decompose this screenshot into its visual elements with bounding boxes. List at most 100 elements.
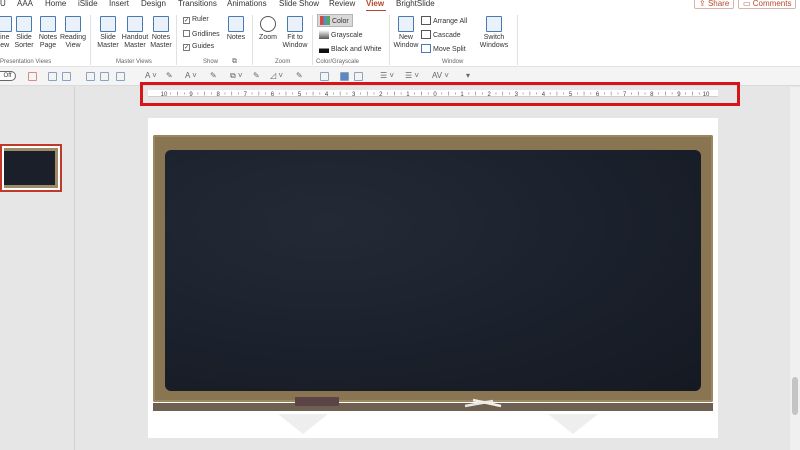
tab-review[interactable]: Review bbox=[329, 0, 355, 8]
tab-islide[interactable]: iSlide bbox=[78, 0, 98, 8]
tab-file[interactable]: U bbox=[0, 0, 6, 8]
tab-insert[interactable]: Insert bbox=[109, 0, 129, 8]
shapes-icon[interactable] bbox=[62, 72, 71, 81]
chalk-sticks-image bbox=[464, 398, 502, 408]
tab-design[interactable]: Design bbox=[141, 0, 166, 8]
cascade-icon bbox=[421, 30, 431, 39]
slide-sorter-button[interactable]: Slide Sorter bbox=[12, 16, 36, 50]
group-label-color-grayscale: Color/Grayscale bbox=[316, 59, 360, 65]
group-icon[interactable] bbox=[340, 72, 349, 81]
group-separator bbox=[176, 15, 177, 65]
tab-transitions[interactable]: Transitions bbox=[178, 0, 217, 8]
align-icon[interactable] bbox=[320, 72, 329, 81]
ruler-checkbox[interactable]: ✓ Ruler bbox=[183, 16, 209, 24]
eraser-icon[interactable] bbox=[28, 72, 37, 81]
black-white-icon bbox=[319, 44, 329, 53]
move-split-icon bbox=[421, 44, 431, 53]
slide-thumbnail[interactable] bbox=[0, 144, 62, 192]
handout-master-button[interactable]: Handout Master bbox=[120, 16, 150, 50]
notes-master-icon bbox=[153, 16, 169, 32]
autosave-toggle[interactable]: Off bbox=[0, 71, 16, 81]
notes-page-icon bbox=[40, 16, 56, 32]
highlight-text-icon[interactable]: A ˅ bbox=[185, 71, 197, 80]
grayscale-icon bbox=[319, 30, 329, 39]
ribbon-view: line lew Slide Sorter Notes Page Reading… bbox=[0, 11, 800, 67]
reading-view-button[interactable]: Reading View bbox=[59, 16, 87, 50]
font-color-icon[interactable]: A ˅ bbox=[145, 71, 157, 80]
chalkboard-frame bbox=[153, 135, 713, 402]
gridlines-checkbox[interactable]: Gridlines bbox=[183, 30, 220, 38]
black-and-white-button[interactable]: Black and White bbox=[319, 44, 382, 53]
comment-icon: ▭ bbox=[743, 0, 753, 8]
chalk-tray bbox=[153, 403, 713, 411]
tab-brightslide[interactable]: BrightSlide bbox=[396, 0, 435, 8]
slide-master-icon bbox=[100, 16, 116, 32]
move-split-button[interactable]: Move Split bbox=[421, 44, 466, 53]
group-label-presentation-views: Presentation Views bbox=[0, 59, 52, 65]
vertical-scrollbar[interactable] bbox=[790, 87, 800, 450]
switch-windows-button[interactable]: Switch Windows bbox=[476, 16, 512, 50]
tab-view[interactable]: View bbox=[366, 0, 384, 8]
bullets-icon[interactable]: ☰ ˅ bbox=[380, 71, 394, 80]
magnifier-icon bbox=[260, 16, 276, 32]
outline-icon[interactable]: ◿ ˅ bbox=[270, 71, 283, 80]
group-label-show: Show bbox=[203, 59, 219, 65]
text-box-icon[interactable] bbox=[48, 72, 57, 81]
notes-master-button[interactable]: Notes Master bbox=[149, 16, 173, 50]
switch-windows-icon bbox=[486, 16, 502, 32]
tab-animations[interactable]: Animations bbox=[227, 0, 267, 8]
comments-button[interactable]: ▭ Comments bbox=[738, 0, 797, 9]
zoom-button[interactable]: Zoom bbox=[257, 16, 279, 42]
tab-slide-show[interactable]: Slide Show bbox=[279, 0, 319, 8]
fit-to-window-button[interactable]: Fit to Window bbox=[281, 16, 309, 50]
checkmark-icon: ✓ bbox=[183, 44, 190, 51]
slide-thumbnail-pane bbox=[0, 87, 75, 450]
brush-icon[interactable]: ✎ bbox=[210, 71, 217, 80]
group-separator bbox=[252, 15, 253, 65]
reading-view-icon bbox=[65, 16, 81, 32]
format-painter-icon[interactable]: ⧉ ˅ bbox=[230, 71, 243, 81]
chalk-eraser-image bbox=[295, 397, 339, 406]
guides-checkbox[interactable]: ✓ Guides bbox=[183, 43, 214, 51]
dialog-launcher-icon[interactable]: ⧉ bbox=[232, 58, 237, 66]
customize-toolbar-icon[interactable]: ▾ bbox=[466, 71, 470, 80]
group-separator bbox=[312, 15, 313, 65]
group-label-master-views: Master Views bbox=[116, 59, 152, 65]
pencil-icon[interactable]: ✎ bbox=[253, 71, 260, 80]
slide-master-button[interactable]: Slide Master bbox=[94, 16, 122, 50]
group-separator bbox=[90, 15, 91, 65]
line-spacing-icon[interactable]: ☰ ˅ bbox=[405, 71, 419, 80]
normal-view-icon bbox=[0, 16, 12, 32]
chalkboard-surface bbox=[165, 150, 701, 391]
group-label-window: Window bbox=[442, 59, 464, 65]
color-button[interactable]: Color bbox=[317, 14, 353, 27]
picture-icon[interactable] bbox=[100, 72, 109, 81]
group-label-zoom: Zoom bbox=[275, 59, 291, 65]
cascade-button[interactable]: Cascade bbox=[421, 30, 461, 39]
slide-canvas[interactable] bbox=[148, 118, 718, 438]
scrollbar-thumb[interactable] bbox=[792, 377, 798, 415]
notes-button[interactable]: Notes bbox=[226, 16, 246, 42]
pen-icon[interactable]: ✎ bbox=[166, 71, 173, 80]
share-button[interactable]: ⇪ Share bbox=[694, 0, 735, 9]
normal-view-button[interactable]: line lew bbox=[0, 16, 12, 50]
ruler-highlight-box bbox=[140, 82, 740, 106]
color-swatch-icon bbox=[320, 16, 330, 25]
refresh-icon[interactable] bbox=[86, 72, 95, 81]
group-separator bbox=[517, 15, 518, 65]
checkbox-empty-icon bbox=[183, 30, 190, 37]
new-window-icon bbox=[398, 16, 414, 32]
character-spacing-button[interactable]: AV ˅ bbox=[432, 71, 449, 80]
notes-icon bbox=[228, 16, 244, 32]
arrange-all-button[interactable]: Arrange All bbox=[421, 16, 467, 25]
tab-aaa[interactable]: AAA bbox=[17, 0, 33, 8]
tab-home[interactable]: Home bbox=[45, 0, 66, 8]
group-separator bbox=[389, 15, 390, 65]
notes-page-button[interactable]: Notes Page bbox=[37, 16, 59, 50]
layout-icon[interactable] bbox=[116, 72, 125, 81]
new-window-button[interactable]: New Window bbox=[393, 16, 419, 50]
grayscale-button[interactable]: Grayscale bbox=[319, 30, 363, 39]
eyedropper-icon[interactable]: ✎ bbox=[296, 71, 303, 80]
ribbon-tab-bar: U AAA Home iSlide Insert Design Transiti… bbox=[0, 0, 800, 12]
arrange-icon[interactable] bbox=[354, 72, 363, 81]
